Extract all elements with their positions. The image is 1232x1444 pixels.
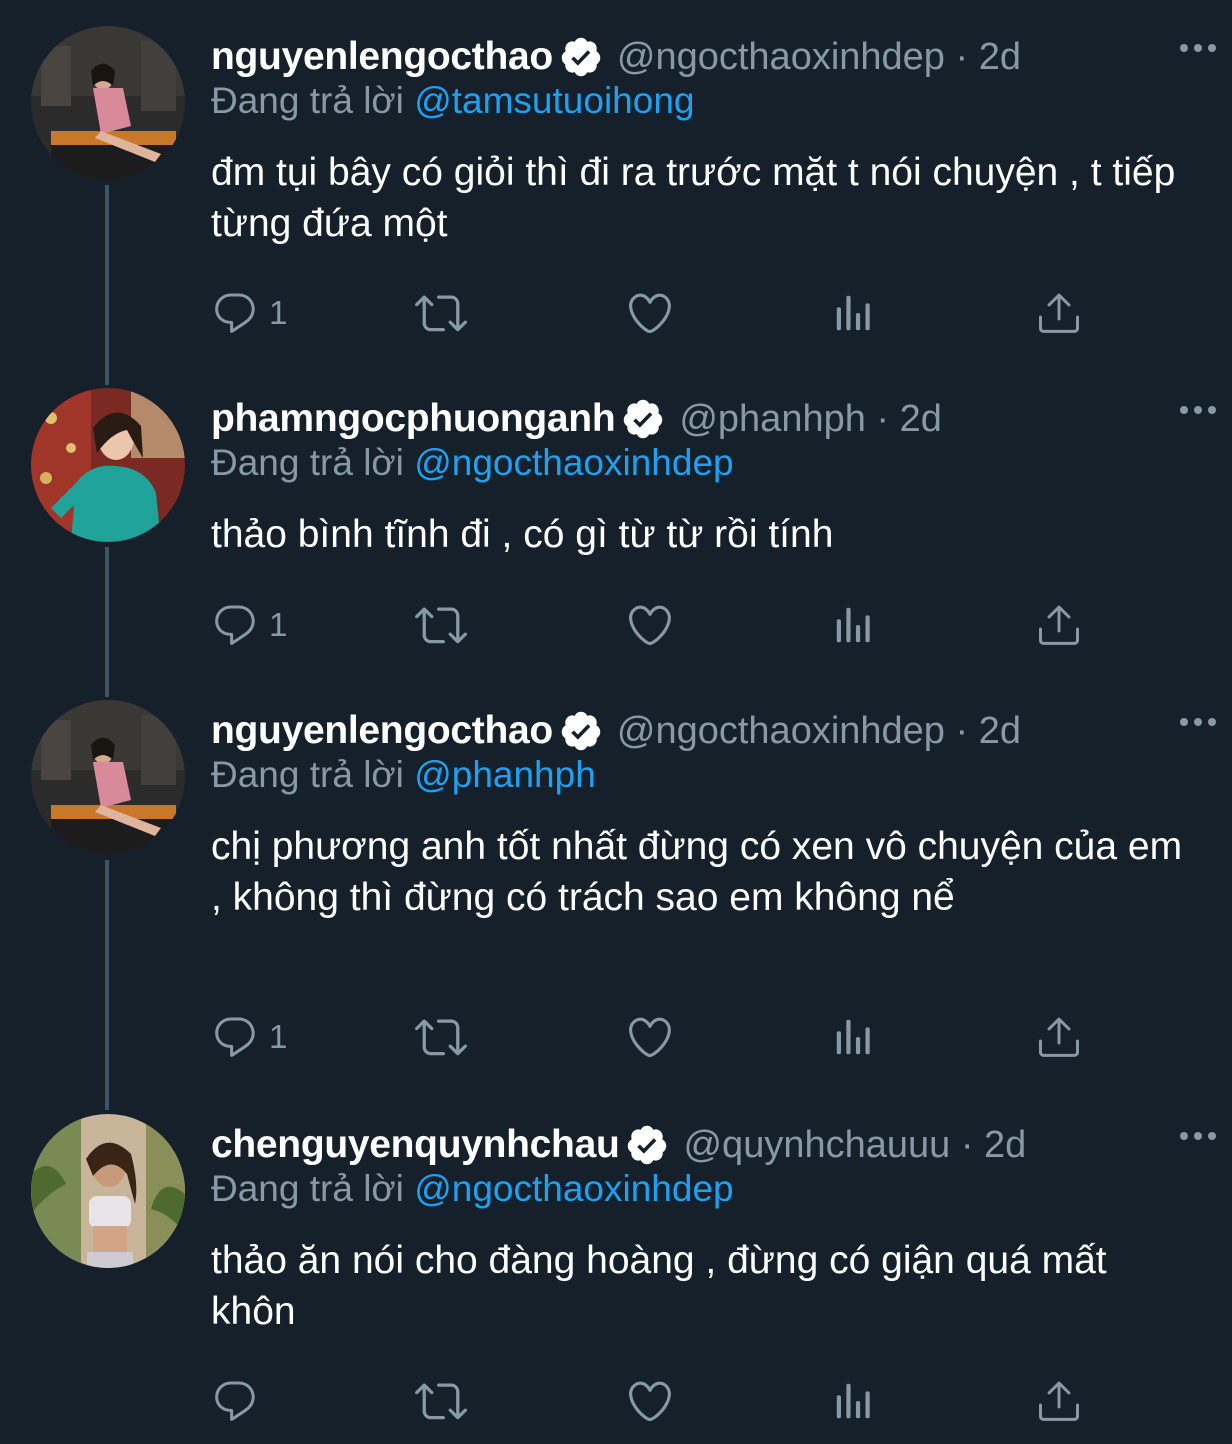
- share-icon: [1039, 1017, 1079, 1057]
- tweet-actions: 1: [211, 1012, 1111, 1062]
- share-button[interactable]: [1035, 288, 1083, 338]
- tweet-actions: 1: [211, 600, 1111, 650]
- reply-mention-link[interactable]: @ngocthaoxinhdep: [414, 1168, 733, 1209]
- user-handle[interactable]: @ngocthaoxinhdep · 2d: [617, 710, 1021, 753]
- more-icon[interactable]: [1180, 718, 1216, 726]
- reply-context: Đang trả lời @tamsutuoihong: [211, 80, 695, 121]
- verified-badge-icon: [559, 35, 603, 79]
- tweet[interactable]: nguyenlengocthao @ngocthaoxinhdep · 2d Đ…: [0, 26, 1232, 346]
- analytics-icon: [836, 1019, 870, 1055]
- analytics-button[interactable]: [831, 1012, 877, 1062]
- heart-icon: [629, 1017, 671, 1058]
- tweet-header: nguyenlengocthao @ngocthaoxinhdep · 2d: [211, 706, 1232, 756]
- user-handle[interactable]: @quynhchauuu · 2d: [683, 1124, 1026, 1167]
- retweet-button[interactable]: [415, 1012, 467, 1062]
- avatar[interactable]: [31, 388, 185, 542]
- more-icon[interactable]: [1180, 1132, 1216, 1140]
- reply-mention-link[interactable]: @ngocthaoxinhdep: [414, 442, 733, 483]
- display-name[interactable]: nguyenlengocthao: [211, 35, 553, 79]
- heart-icon: [629, 293, 671, 334]
- heart-icon: [629, 605, 671, 646]
- reply-icon: [215, 1017, 255, 1057]
- verified-badge-icon: [559, 709, 603, 753]
- retweet-icon: [415, 1383, 467, 1420]
- share-button[interactable]: [1035, 1376, 1083, 1426]
- analytics-icon: [836, 1383, 870, 1419]
- display-name[interactable]: phamngocphuonganh: [211, 397, 616, 441]
- retweet-button[interactable]: [415, 600, 467, 650]
- tweet-actions: 1: [211, 288, 1111, 338]
- reply-context: Đang trả lời @ngocthaoxinhdep: [211, 442, 734, 483]
- avatar[interactable]: [31, 1114, 185, 1268]
- reply-button[interactable]: 1: [211, 1012, 287, 1062]
- tweet[interactable]: chenguyenquynhchau @quynhchauuu · 2d Đan…: [0, 1114, 1232, 1434]
- retweet-icon: [415, 295, 467, 332]
- reply-button[interactable]: 1: [211, 288, 287, 338]
- like-button[interactable]: [625, 288, 675, 338]
- analytics-button[interactable]: [831, 600, 877, 650]
- analytics-icon: [836, 295, 870, 331]
- tweet-header: phamngocphuonganh @phanhph · 2d: [211, 394, 1232, 444]
- reply-context: Đang trả lời @phanhph: [211, 754, 596, 795]
- avatar[interactable]: [31, 26, 185, 180]
- reply-count: 1: [269, 606, 288, 643]
- like-button[interactable]: [625, 1376, 675, 1426]
- tweet[interactable]: phamngocphuonganh @phanhph · 2d Đang trả…: [0, 388, 1232, 678]
- like-button[interactable]: [625, 1012, 675, 1062]
- analytics-icon: [836, 607, 870, 643]
- tweet-text: chị phương anh tốt nhất đừng có xen vô c…: [211, 825, 1183, 919]
- user-handle[interactable]: @ngocthaoxinhdep · 2d: [617, 36, 1021, 79]
- tweet-text: thảo ăn nói cho đàng hoàng , đừng có giậ…: [211, 1239, 1107, 1333]
- tweet-actions: [211, 1376, 1111, 1426]
- avatar[interactable]: [31, 700, 185, 854]
- analytics-button[interactable]: [831, 288, 877, 338]
- reply-mention-link[interactable]: @phanhph: [414, 754, 596, 795]
- tweet-header: nguyenlengocthao @ngocthaoxinhdep · 2d: [211, 32, 1232, 82]
- reply-button[interactable]: 1: [211, 600, 287, 650]
- tweet-text: đm tụi bây có giỏi thì đi ra trước mặt t…: [211, 151, 1176, 245]
- retweet-button[interactable]: [415, 288, 467, 338]
- reply-icon: [215, 293, 255, 333]
- tweet-header: chenguyenquynhchau @quynhchauuu · 2d: [211, 1120, 1232, 1170]
- share-button[interactable]: [1035, 600, 1083, 650]
- more-icon[interactable]: [1180, 44, 1216, 52]
- retweet-icon: [415, 1019, 467, 1056]
- retweet-icon: [415, 607, 467, 644]
- user-handle[interactable]: @phanhph · 2d: [679, 398, 942, 441]
- retweet-button[interactable]: [415, 1376, 467, 1426]
- share-button[interactable]: [1035, 1012, 1083, 1062]
- display-name[interactable]: chenguyenquynhchau: [211, 1123, 620, 1167]
- share-icon: [1039, 1381, 1079, 1421]
- like-button[interactable]: [625, 600, 675, 650]
- share-icon: [1039, 293, 1079, 333]
- share-icon: [1039, 605, 1079, 645]
- verified-badge-icon: [621, 397, 665, 441]
- analytics-button[interactable]: [831, 1376, 877, 1426]
- heart-icon: [629, 1381, 671, 1422]
- reply-context: Đang trả lời @ngocthaoxinhdep: [211, 1168, 734, 1209]
- reply-mention-link[interactable]: @tamsutuoihong: [414, 80, 694, 121]
- reply-count: 1: [269, 1018, 288, 1055]
- more-icon[interactable]: [1180, 406, 1216, 414]
- reply-count: 1: [269, 294, 288, 331]
- display-name[interactable]: nguyenlengocthao: [211, 709, 553, 753]
- reply-icon: [215, 1381, 255, 1421]
- verified-badge-icon: [625, 1123, 669, 1167]
- tweet-text: thảo bình tĩnh đi , có gì từ từ rồi tính: [211, 513, 834, 556]
- reply-button[interactable]: [211, 1376, 269, 1426]
- reply-icon: [215, 605, 255, 645]
- tweet[interactable]: nguyenlengocthao @ngocthaoxinhdep · 2d Đ…: [0, 700, 1232, 1090]
